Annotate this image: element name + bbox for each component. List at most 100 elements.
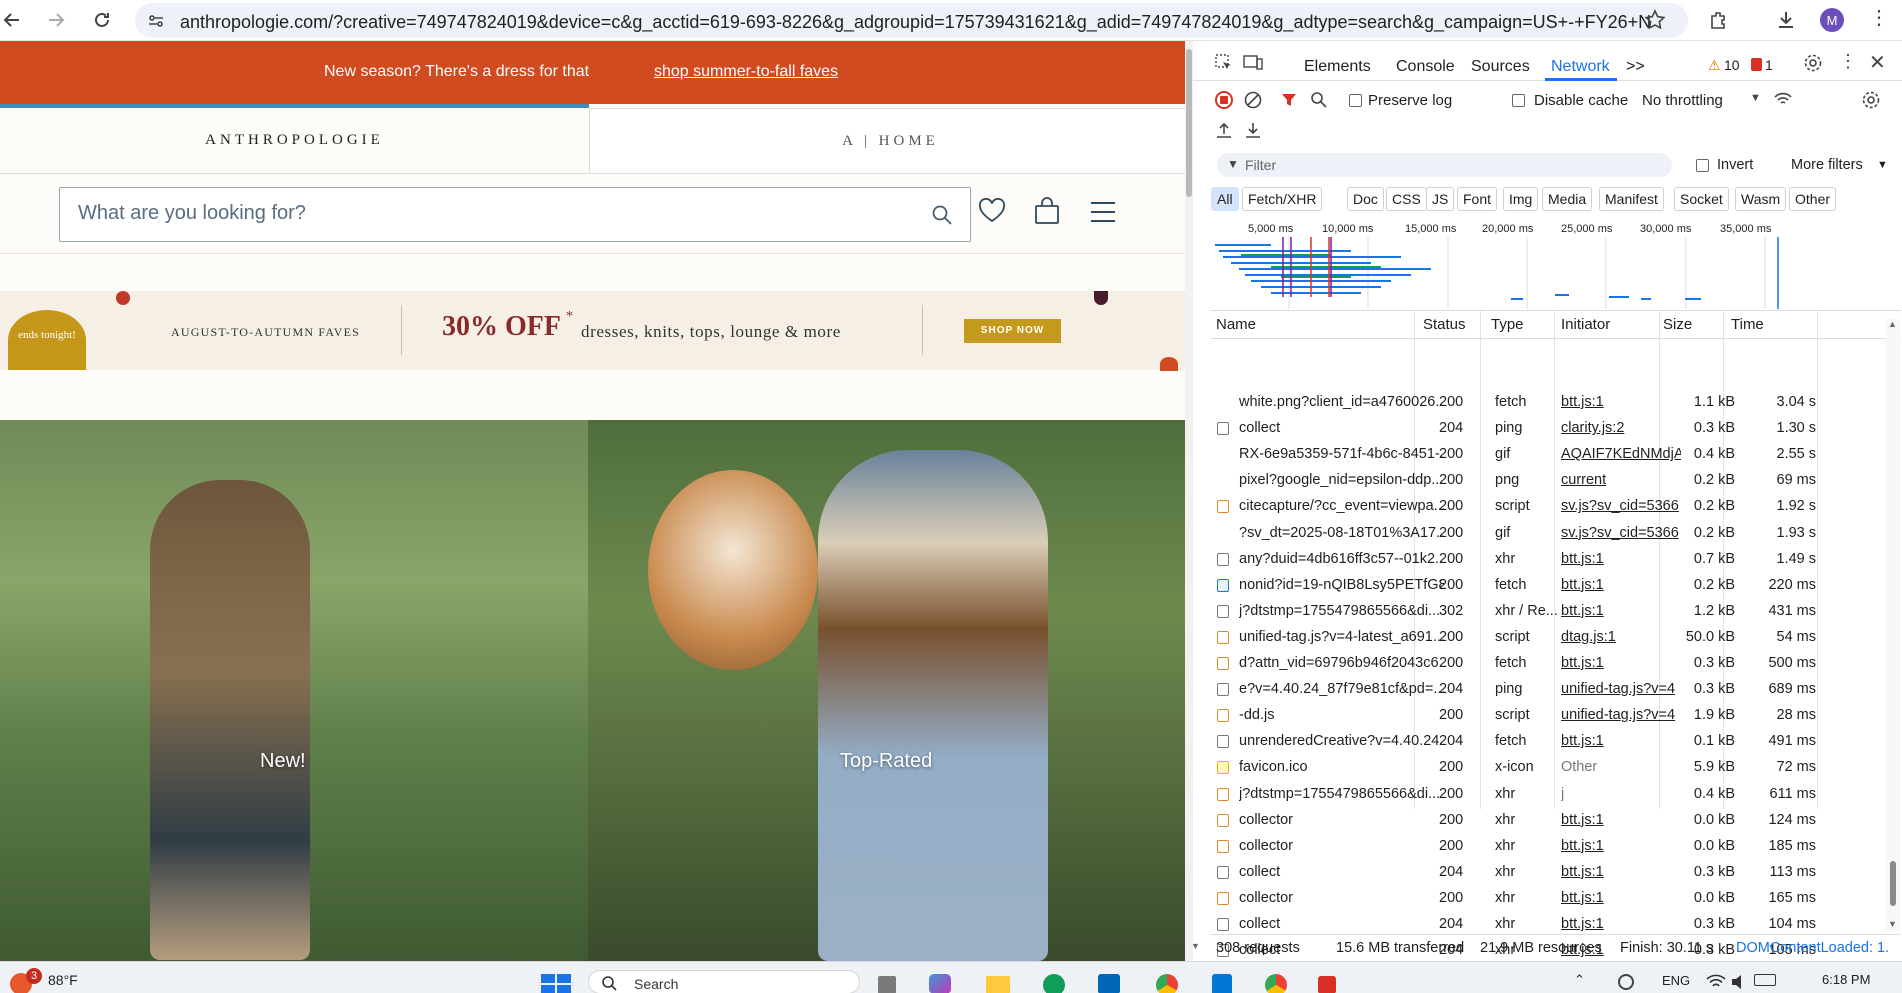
battery-icon[interactable] (1754, 974, 1776, 986)
tab-sources[interactable]: Sources (1471, 58, 1530, 76)
request-row[interactable]: ?sv_dt=2025-08-18T01%3A17... 200 gif sv.js?… (1211, 520, 1901, 546)
more-filters-button[interactable]: More filters (1791, 157, 1863, 173)
scrollbar-thumb[interactable] (1186, 49, 1192, 197)
filter-chip-all[interactable]: All (1211, 187, 1239, 211)
search-field[interactable] (59, 187, 971, 242)
request-row[interactable]: collect 204 xhr btt.js:1 0.3 kB 113 ms (1211, 859, 1901, 885)
request-row[interactable]: collector 200 xhr btt.js:1 0.0 kB 185 ms (1211, 833, 1901, 859)
scroll-up-icon[interactable]: ▲ (1888, 319, 1897, 329)
search-input[interactable] (78, 202, 898, 225)
tab-elements[interactable]: Elements (1304, 58, 1371, 76)
request-row[interactable]: unified-tag.js?v=4-latest_a691... 200 scri… (1211, 624, 1901, 650)
network-conditions-icon[interactable] (1773, 90, 1793, 112)
request-row[interactable]: collect 204 ping clarity.js:2 0.3 kB 1.30 s (1211, 415, 1901, 441)
browser-menu-icon[interactable]: ⋮ (1869, 8, 1889, 28)
network-status-icon[interactable] (1618, 974, 1634, 990)
back-icon[interactable] (0, 8, 24, 32)
tab-network[interactable]: Network (1551, 58, 1610, 76)
search-icon[interactable] (1310, 91, 1328, 113)
hero-image-top-rated[interactable]: Top-Rated (588, 420, 1192, 961)
app-icon[interactable] (1318, 976, 1336, 993)
edge-browser-icon[interactable] (1043, 974, 1065, 993)
column-initiator[interactable]: Initiator (1561, 316, 1610, 333)
wishlist-heart-icon[interactable] (978, 197, 1006, 229)
column-type[interactable]: Type (1491, 316, 1524, 333)
search-icon[interactable] (931, 204, 953, 231)
chrome-profile-icon[interactable] (1265, 974, 1287, 993)
device-toolbar-icon[interactable] (1243, 54, 1263, 76)
shop-now-button[interactable]: SHOP NOW (964, 319, 1061, 343)
filter-chip-wasm[interactable]: Wasm (1735, 187, 1787, 211)
request-row[interactable]: j?dtstmp=1755479865566&di... 302 xhr / Re.… (1211, 598, 1901, 624)
close-icon[interactable]: ✕ (1869, 50, 1886, 75)
vscode-icon[interactable] (1098, 974, 1120, 993)
column-time[interactable]: Time (1731, 316, 1764, 333)
filter-chip-fetch-xhr[interactable]: Fetch/XHR (1242, 187, 1323, 211)
filter-chip-css[interactable]: CSS (1386, 187, 1427, 211)
chevron-up-icon[interactable]: ⌃ (1574, 972, 1585, 988)
column-size[interactable]: Size (1663, 316, 1692, 333)
file-explorer-icon[interactable] (986, 976, 1010, 993)
scroll-down-icon[interactable]: ▼ (1191, 941, 1200, 951)
error-icon[interactable] (1751, 58, 1762, 71)
hero-image-new[interactable]: New! (0, 420, 588, 961)
request-row[interactable]: collector 200 xhr btt.js:1 0.0 kB 165 ms (1211, 885, 1901, 911)
throttling-select[interactable]: No throttling (1642, 92, 1723, 109)
promo-link[interactable]: shop summer-to-fall faves (654, 63, 838, 81)
request-row[interactable]: collector 200 xhr btt.js:1 0.0 kB 124 ms (1211, 807, 1901, 833)
clear-log-icon[interactable] (1244, 91, 1262, 113)
chevron-down-icon[interactable]: ▼ (1877, 159, 1888, 171)
table-scrollbar[interactable]: ▲ ▼ (1886, 319, 1900, 931)
copilot-icon[interactable] (929, 974, 951, 993)
chevron-down-icon[interactable]: ▼ (1750, 92, 1761, 104)
request-row[interactable]: d?attn_vid=69796b946f2043c6... 200 fetch bt… (1211, 650, 1901, 676)
filter-chip-doc[interactable]: Doc (1347, 187, 1384, 211)
sale-banner[interactable]: ends tonight! AUGUST-TO-AUTUMN FAVES 30%… (0, 291, 1192, 371)
page-scrollbar[interactable] (1185, 41, 1193, 961)
request-row[interactable]: citecapture/?cc_event=viewpa... 200 script… (1211, 493, 1901, 519)
more-tabs-chevron-icon[interactable]: >> (1626, 58, 1645, 76)
chrome-icon[interactable] (1156, 974, 1178, 993)
inspect-element-icon[interactable] (1215, 54, 1233, 76)
filter-funnel-icon[interactable] (1281, 92, 1297, 112)
warning-icon[interactable]: ⚠ (1708, 57, 1721, 74)
taskbar-search[interactable]: Search (588, 970, 860, 993)
request-row[interactable]: favicon.ico 200 x-icon Other 5.9 kB 72 ms (1211, 754, 1901, 780)
request-row[interactable]: any?duid=4db616ff3c57--01k2... 200 xhr btt.… (1211, 546, 1901, 572)
filter-chip-manifest[interactable]: Manifest (1599, 187, 1664, 211)
request-row[interactable]: RX-6e9a5359-571f-4b6c-8451-... 200 gif AQAI… (1211, 441, 1901, 467)
request-row[interactable]: j?dtstmp=1755479865566&di... 200 xhr j 0.4 k… (1211, 781, 1901, 807)
address-bar[interactable]: anthropologie.com/?creative=749747824019… (135, 3, 1688, 38)
store-icon[interactable] (1212, 974, 1232, 993)
hamburger-menu-icon[interactable] (1090, 201, 1116, 228)
filter-chip-media[interactable]: Media (1542, 187, 1593, 211)
request-row[interactable]: white.png?client_id=a4760026... 200 fetch b… (1211, 389, 1901, 415)
filter-chip-img[interactable]: Img (1503, 187, 1539, 211)
tab-console[interactable]: Console (1396, 58, 1455, 76)
network-timeline-overview[interactable]: 5,000 ms 10,000 ms 15,000 ms 20,000 ms 2… (1211, 219, 1901, 311)
disable-cache-checkbox[interactable] (1512, 94, 1525, 107)
language-indicator[interactable]: ENG (1662, 973, 1690, 988)
settings-gear-icon[interactable] (1803, 53, 1823, 77)
invert-checkbox[interactable] (1696, 159, 1709, 172)
filter-chip-js[interactable]: JS (1426, 187, 1455, 211)
forward-icon[interactable] (44, 8, 68, 32)
tab-anthro-home[interactable]: A | HOME (589, 108, 1192, 173)
volume-icon[interactable] (1730, 974, 1748, 993)
filter-chip-socket[interactable]: Socket (1674, 187, 1729, 211)
clock[interactable]: 6:18 PM (1822, 972, 1870, 987)
request-row[interactable]: e?v=4.40.24_87f79e81cf&pd=... 204 ping unif… (1211, 676, 1901, 702)
scrollbar-thumb[interactable] (1890, 861, 1896, 906)
devtools-menu-icon[interactable]: ⋮ (1839, 51, 1857, 72)
wifi-icon[interactable] (1706, 974, 1726, 993)
scroll-down-icon[interactable]: ▼ (1888, 919, 1897, 929)
shopping-bag-icon[interactable] (1033, 197, 1061, 230)
filter-input[interactable]: ▼ Filter (1217, 153, 1672, 177)
request-row[interactable]: unrenderedCreative?v=4.40.24... 204 fetch b… (1211, 728, 1901, 754)
profile-avatar[interactable]: M (1820, 8, 1844, 32)
filter-chip-other[interactable]: Other (1789, 187, 1837, 211)
bookmark-star-icon[interactable] (1644, 9, 1666, 36)
request-row[interactable]: pixel?google_nid=epsilon-ddp... 200 png cur… (1211, 467, 1901, 493)
network-settings-gear-icon[interactable] (1861, 90, 1881, 114)
site-info-icon[interactable] (147, 12, 165, 35)
